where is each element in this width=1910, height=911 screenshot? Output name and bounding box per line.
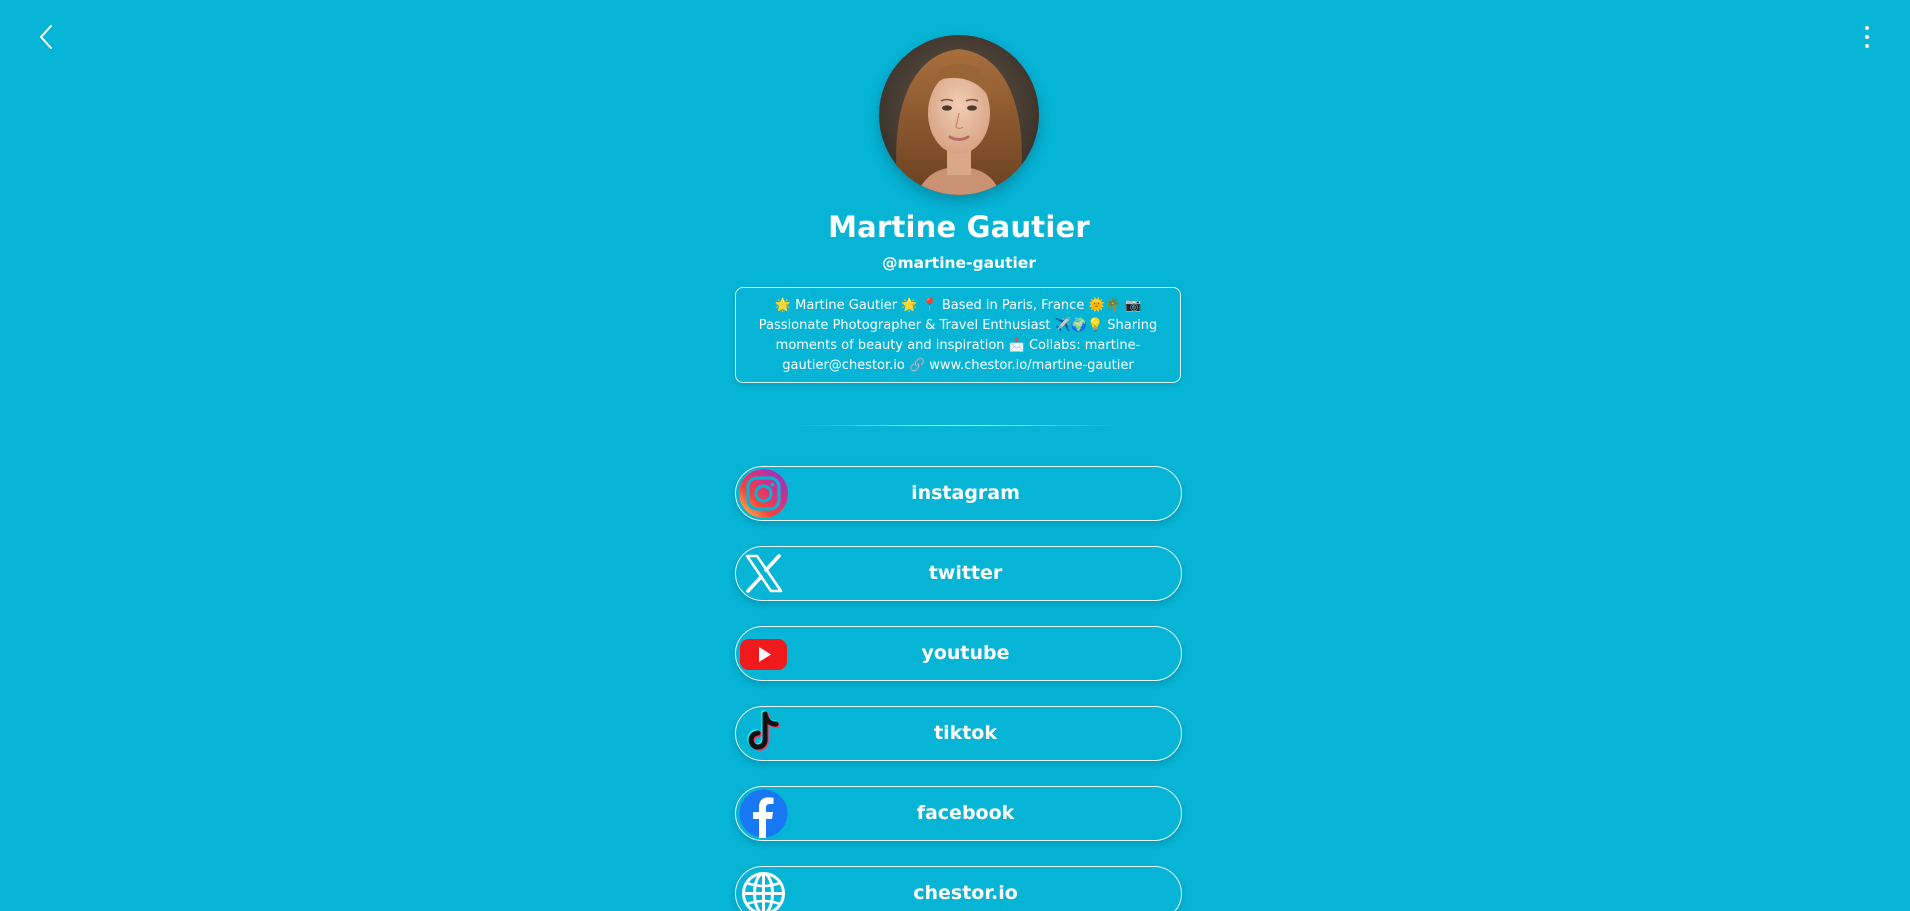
profile-handle: @martine-gautier [882,254,1036,272]
link-button-chestor[interactable]: chestor.io [735,866,1182,911]
link-label: instagram [911,482,1020,504]
link-button-tiktok[interactable]: tiktok [735,706,1182,761]
more-options-button[interactable] [1860,24,1874,50]
link-button-instagram[interactable]: instagram [735,466,1182,521]
profile-bio: 🌟 Martine Gautier 🌟 📍 Based in Paris, Fr… [735,287,1181,383]
divider [795,425,1121,426]
link-button-facebook[interactable]: facebook [735,786,1182,841]
link-label: chestor.io [913,882,1018,904]
link-button-youtube[interactable]: youtube [735,626,1182,681]
more-vertical-icon [1865,26,1869,48]
link-button-twitter[interactable]: twitter [735,546,1182,601]
avatar [879,35,1039,195]
link-label: twitter [928,562,1003,584]
link-label: tiktok [933,722,997,744]
back-button[interactable] [36,22,58,52]
chevron-left-icon [40,25,52,49]
link-label: youtube [921,642,1010,664]
profile-name: Martine Gautier [828,210,1090,244]
link-label: facebook [916,802,1015,824]
